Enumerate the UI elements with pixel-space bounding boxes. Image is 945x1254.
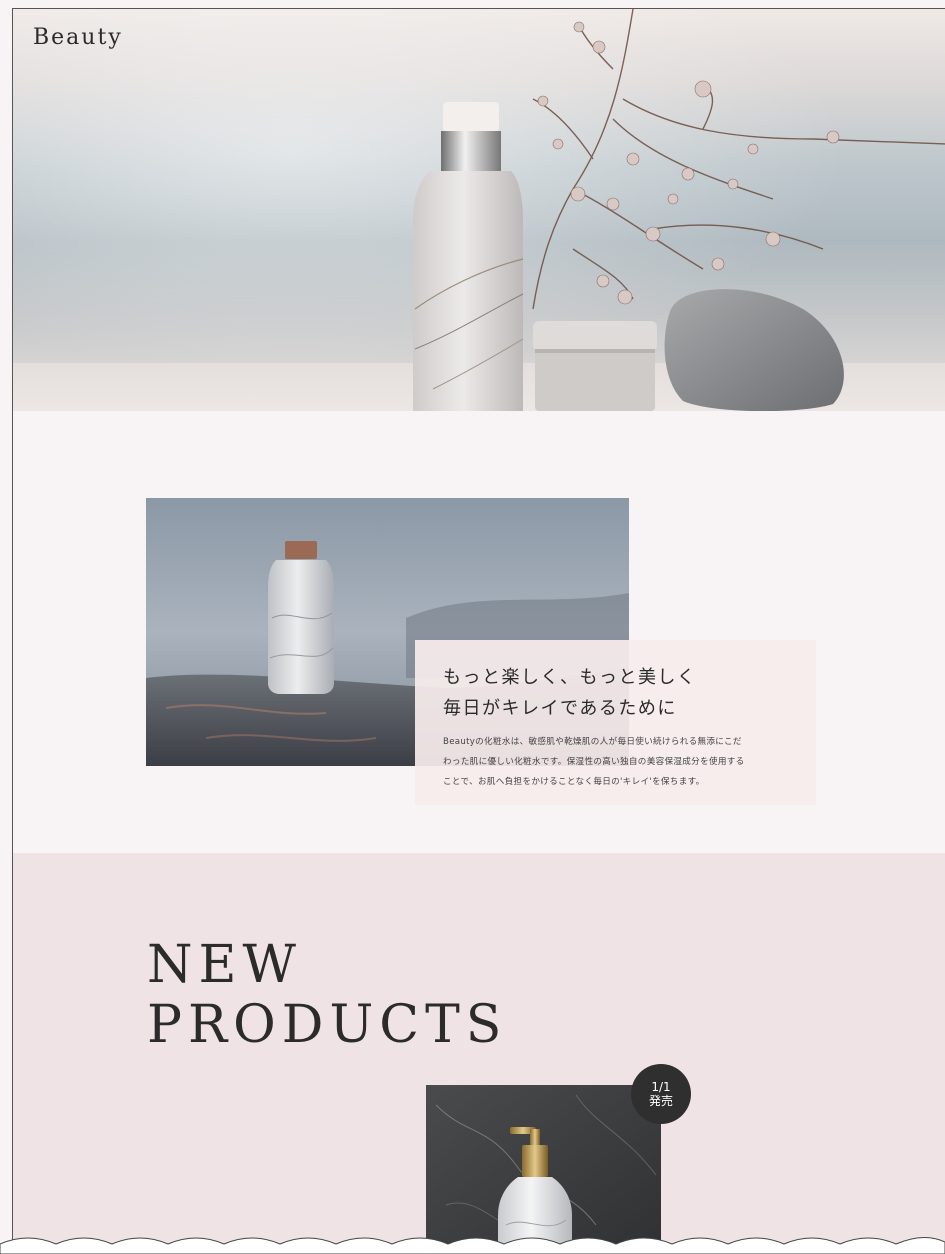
products-title-line1: NEW — [147, 935, 302, 995]
intro-body-line3: ことで、お肌へ負担をかけることなく毎日の'キレイ'を保ちます。 — [443, 777, 705, 787]
page: Beauty もっと楽しく、もっと美しく 毎日がキレイであるために Beauty… — [12, 8, 945, 1254]
hero-photo — [413, 9, 945, 411]
product-card[interactable] — [426, 1085, 661, 1254]
hero-section: Beauty — [13, 9, 945, 411]
intro-heading: もっと楽しく、もっと美しく 毎日がキレイであるために — [443, 662, 790, 724]
release-badge-label: 発売 — [648, 1094, 673, 1108]
brand-logo[interactable]: Beauty — [33, 25, 123, 50]
release-badge: 1/1 発売 — [631, 1064, 691, 1124]
release-badge-date: 1/1 — [651, 1080, 671, 1094]
intro-body-line2: わった肌に優しい化粧水です。保湿性の高い独自の美容保湿成分を使用する — [443, 757, 745, 767]
new-products-section: NEW PRODUCTS 1/1 発売 — [13, 853, 945, 1254]
intro-body-line1: Beautyの化粧水は、敏感肌や乾燥肌の人が毎日使い続けられる無添にこだ — [443, 737, 742, 747]
intro-heading-line1: もっと楽しく、もっと美しく — [443, 667, 697, 688]
products-title: NEW PRODUCTS — [147, 935, 507, 1055]
products-title-line2: PRODUCTS — [147, 995, 508, 1055]
intro-section: もっと楽しく、もっと美しく 毎日がキレイであるために Beautyの化粧水は、敏… — [13, 411, 945, 853]
intro-text-card: もっと楽しく、もっと美しく 毎日がキレイであるために Beautyの化粧水は、敏… — [415, 640, 816, 805]
product-photo — [426, 1085, 661, 1254]
intro-heading-line2: 毎日がキレイであるために — [443, 698, 677, 719]
intro-body: Beautyの化粧水は、敏感肌や乾燥肌の人が毎日使い続けられる無添にこだ わった… — [443, 732, 790, 792]
torn-edge-border — [0, 1237, 945, 1254]
